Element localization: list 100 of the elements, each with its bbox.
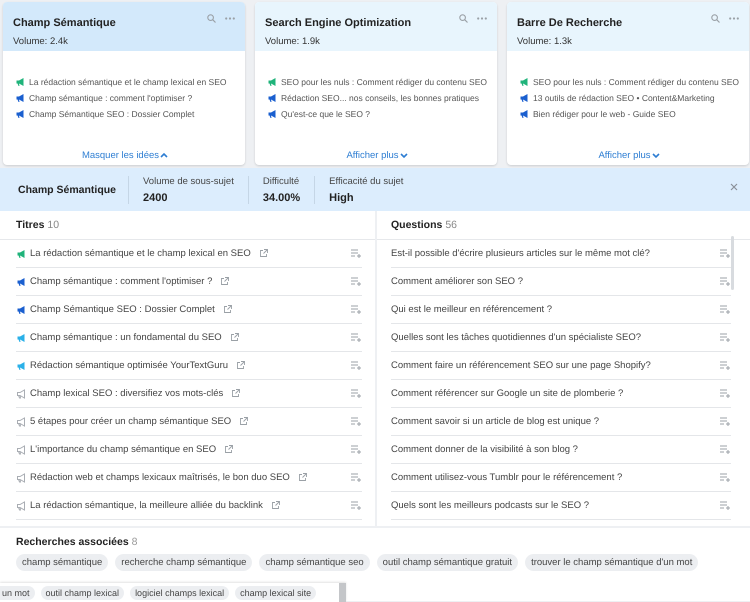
topic-card[interactable]: Barre De Recherche Volume: 1.3k SEO pour les nuls : Comment rédiger du contenu SEO 13 outils de rédaction SEO • Content&Marketing Bien rédiger pour le web - Guide SEO Afficher plus xyxy=(507,2,749,165)
external-link-icon[interactable] xyxy=(231,389,240,398)
search-icon[interactable] xyxy=(207,14,216,23)
add-to-list-icon[interactable] xyxy=(720,277,731,286)
external-link-icon[interactable] xyxy=(222,305,232,314)
external-link-icon[interactable] xyxy=(224,445,234,454)
add-to-list-icon[interactable] xyxy=(720,389,731,398)
title-link[interactable]: 5 étapes pour créer un champ sémantique SEO xyxy=(30,416,232,427)
keyword-tag[interactable]: logiciel champs lexical xyxy=(130,586,230,600)
add-to-list-icon[interactable] xyxy=(720,501,731,510)
volume-label: Volume: 1.9k xyxy=(265,36,320,47)
add-to-list-icon[interactable] xyxy=(351,249,362,258)
question-text: Qui est le meilleur en référencement ? xyxy=(391,304,552,315)
title-link[interactable]: La rédaction sémantique et le champ lexical en SEO xyxy=(30,248,251,259)
add-to-list-icon[interactable] xyxy=(351,305,362,314)
idea-title: La rédaction sémantique et le champ lexical en SEO xyxy=(29,77,227,87)
add-to-list-icon[interactable] xyxy=(720,333,731,342)
section-count: 10 xyxy=(47,219,60,231)
metric-value: High xyxy=(329,192,355,204)
search-icon[interactable] xyxy=(711,14,720,23)
add-to-list-icon[interactable] xyxy=(351,333,362,342)
card-title: Barre De Recherche xyxy=(517,17,622,29)
title-link[interactable]: Rédaction web et champs lexicaux maîtrisés, le bon duo SEO xyxy=(30,472,290,483)
idea-title: 13 outils de rédaction SEO • Content&Marketing xyxy=(533,93,715,103)
external-link-icon[interactable] xyxy=(230,333,239,342)
chevron-icon xyxy=(652,152,660,159)
add-to-list-icon[interactable] xyxy=(351,417,362,426)
more-icon[interactable] xyxy=(477,17,487,20)
volume-label: Volume: 1.3k xyxy=(517,36,572,47)
toggle-link[interactable]: Afficher plus xyxy=(598,150,660,161)
section-title: Questions xyxy=(391,219,442,231)
keyword-tag[interactable]: champ lexical site xyxy=(235,586,316,600)
add-to-list-icon[interactable] xyxy=(351,501,362,510)
add-to-list-icon[interactable] xyxy=(720,445,731,454)
keyword-tag[interactable]: champ sémantique seo xyxy=(259,554,370,571)
metric-value: 2400 xyxy=(143,192,168,204)
scrollbar-thumb[interactable] xyxy=(339,583,346,602)
title-link[interactable]: Champ lexical SEO : diversifiez vos mots-clés xyxy=(30,388,224,399)
external-link-icon[interactable] xyxy=(239,417,248,426)
question-text: Est-il possible d'écrire plusieurs articles sur le même mot clé? xyxy=(391,248,650,259)
search-icon[interactable] xyxy=(459,14,468,23)
card-title: Champ Sémantique xyxy=(13,17,116,29)
title-link[interactable]: Champ sémantique : un fondamental du SEO xyxy=(30,332,222,343)
keyword-tag[interactable]: un mot xyxy=(0,586,35,600)
question-text: Quelles sont les tâches quotidiennes d'un spécialiste SEO? xyxy=(391,332,642,343)
question-text: Comment savoir si un article de blog est unique ? xyxy=(391,416,600,427)
keyword-tag[interactable]: champ sémantique xyxy=(16,554,108,571)
add-to-list-icon[interactable] xyxy=(351,361,362,370)
add-to-list-icon[interactable] xyxy=(351,473,362,482)
add-to-list-icon[interactable] xyxy=(720,305,731,314)
keyword-tag[interactable]: trouver le champ sémantique d'un mot xyxy=(525,554,698,571)
section-title: Recherches associées xyxy=(16,536,129,548)
idea-title: Champ sémantique : comment l'optimiser ? xyxy=(29,93,192,103)
keyword-tag[interactable]: outil champ sémantique gratuit xyxy=(376,554,518,571)
add-to-list-icon[interactable] xyxy=(351,277,362,286)
add-to-list-icon[interactable] xyxy=(720,249,731,258)
metric-value: 34.00% xyxy=(262,192,300,204)
idea-title: SEO pour les nuls : Comment rédiger du contenu SEO xyxy=(533,77,739,87)
scrollbar-thumb[interactable] xyxy=(731,236,734,290)
question-text: Comment référencer sur Google un site de plomberie ? xyxy=(391,388,624,399)
question-text: Quels sont les meilleurs podcasts sur le SEO ? xyxy=(391,500,590,511)
question-text: Comment faire un référencement SEO sur une page Shopify? xyxy=(391,360,651,371)
add-to-list-icon[interactable] xyxy=(720,473,731,482)
close-icon[interactable] xyxy=(730,183,738,191)
external-link-icon[interactable] xyxy=(270,501,280,510)
topic-card[interactable]: Search Engine Optimization Volume: 1.9k SEO pour les nuls : Comment rédiger du contenu SEO Rédaction SEO... nos conseils, les bonnes pratiques Qu'est-ce que le SEO ? Afficher plus xyxy=(255,2,497,165)
card-title: Search Engine Optimization xyxy=(265,17,412,29)
add-to-list-icon[interactable] xyxy=(351,389,362,398)
title-link[interactable]: L'importance du champ sémantique en SEO xyxy=(30,444,216,455)
keyword-tag[interactable]: recherche champ sémantique xyxy=(115,554,252,571)
external-link-icon[interactable] xyxy=(298,473,307,482)
external-link-icon[interactable] xyxy=(236,361,246,370)
title-link[interactable]: La rédaction sémantique, la meilleure alliée du backlink xyxy=(30,500,263,511)
toggle-link[interactable]: Masquer les idées xyxy=(82,150,168,161)
title-link[interactable]: Champ Sémantique SEO : Dossier Complet xyxy=(30,304,215,315)
title-link[interactable]: Champ sémantique : comment l'optimiser ? xyxy=(30,276,212,287)
keyword-tag[interactable]: outil champ lexical xyxy=(40,586,124,600)
add-to-list-icon[interactable] xyxy=(720,361,731,370)
idea-title: Rédaction SEO... nos conseils, les bonnes pratiques xyxy=(281,93,479,103)
question-text: Comment améliorer son SEO ? xyxy=(391,276,523,287)
chevron-icon xyxy=(160,152,168,159)
more-icon[interactable] xyxy=(729,17,739,20)
idea-title: Bien rédiger pour le web - Guide SEO xyxy=(533,109,676,119)
title-link[interactable]: Rédaction sémantique optimisée YourTextGuru xyxy=(30,360,228,371)
chevron-icon xyxy=(400,152,408,159)
volume-label: Volume: 2.4k xyxy=(13,36,68,47)
topic-card[interactable]: Champ Sémantique Volume: 2.4k La rédaction sémantique et le champ lexical en SEO Champ sémantique : comment l'optimiser ? Champ Sémantique SEO : Dossier Complet Masquer les idées xyxy=(3,2,245,165)
more-icon[interactable] xyxy=(225,17,235,20)
section-count: 56 xyxy=(445,219,458,231)
topic-title: Champ Sémantique xyxy=(18,184,118,196)
question-text: Comment utilisez-vous Tumblr pour le référencement ? xyxy=(391,472,622,483)
question-text: Comment donner de la visibilité à son blog ? xyxy=(391,444,578,455)
external-link-icon[interactable] xyxy=(258,249,268,258)
add-to-list-icon[interactable] xyxy=(351,445,362,454)
toggle-link[interactable]: Afficher plus xyxy=(346,150,408,161)
add-to-list-icon[interactable] xyxy=(720,417,731,426)
section-title: Titres xyxy=(16,219,44,231)
idea-title: Qu'est-ce que le SEO ? xyxy=(281,109,370,119)
external-link-icon[interactable] xyxy=(220,277,230,286)
metric-label: Efficacité du sujet xyxy=(329,176,404,186)
